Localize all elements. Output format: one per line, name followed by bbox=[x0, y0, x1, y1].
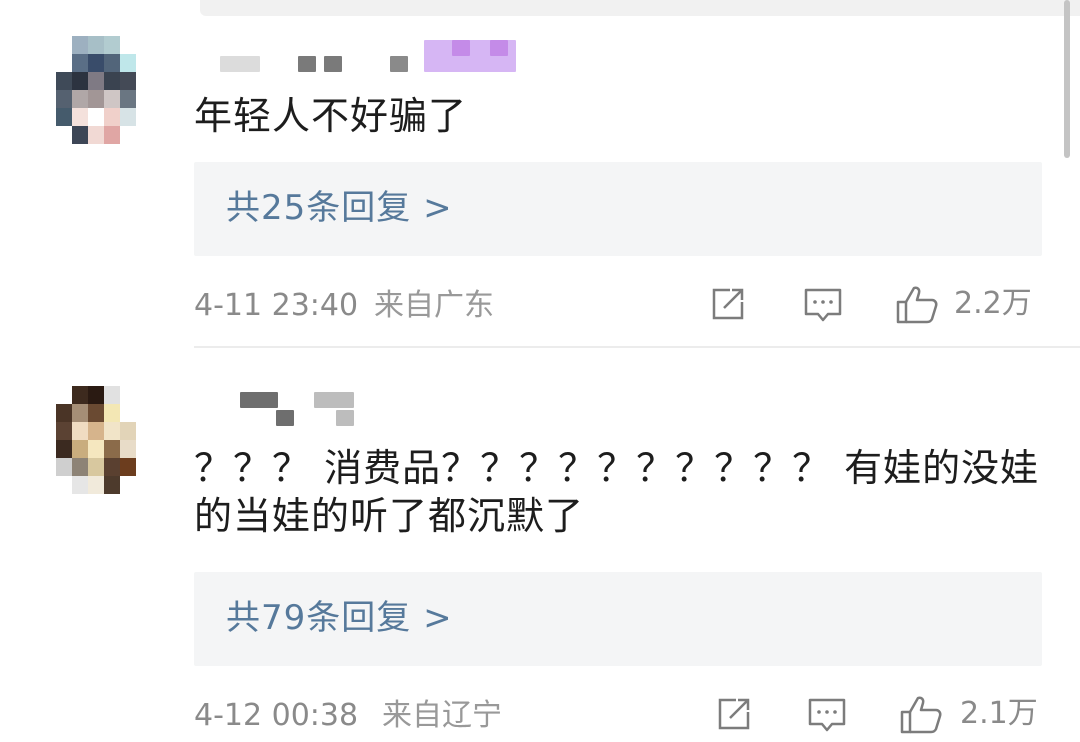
comment-meta-row: 4-12 00:38 来自辽宁 2.1万 bbox=[194, 692, 1044, 740]
like-count: 2.1万 bbox=[960, 696, 1038, 731]
comment-location: 来自广东 bbox=[374, 288, 494, 323]
comment-time: 4-12 00:38 bbox=[194, 698, 359, 733]
comment-button[interactable] bbox=[802, 284, 844, 324]
avatar[interactable] bbox=[56, 36, 152, 144]
username[interactable] bbox=[220, 392, 380, 426]
share-icon bbox=[718, 698, 750, 730]
comment-text: ？？？ 消费品？？？？？？？？？？ 有娃的没娃的当娃的听了都沉默了 bbox=[194, 446, 1040, 538]
comment-location: 来自辽宁 bbox=[382, 698, 502, 733]
comment-list-screen: 年轻人不好骗了 共25条回复 > 4-11 23:40 来自广东 2.2万 ？？… bbox=[0, 0, 1080, 742]
like-button[interactable] bbox=[894, 284, 940, 324]
username[interactable] bbox=[220, 40, 520, 80]
comment-icon bbox=[804, 288, 842, 322]
thumbs-up-icon bbox=[896, 286, 938, 324]
comment-button[interactable] bbox=[806, 694, 848, 734]
like-button[interactable] bbox=[898, 694, 944, 734]
thumbs-up-icon bbox=[900, 696, 942, 734]
comment-icon bbox=[808, 698, 846, 732]
replies-count-label: 共79条回复 > bbox=[226, 598, 453, 638]
comment-item: ？？？ 消费品？？？？？？？？？？ 有娃的没娃的当娃的听了都沉默了 共79条回复… bbox=[0, 350, 1080, 742]
view-replies-button[interactable]: 共79条回复 > bbox=[194, 572, 1042, 666]
replies-count-label: 共25条回复 > bbox=[226, 188, 453, 228]
comment-time: 4-11 23:40 bbox=[194, 288, 359, 323]
comment-text: 年轻人不好骗了 bbox=[194, 94, 468, 138]
divider bbox=[194, 346, 1080, 348]
share-button[interactable] bbox=[708, 284, 748, 324]
like-count: 2.2万 bbox=[954, 286, 1032, 321]
comment-meta-row: 4-11 23:40 来自广东 2.2万 bbox=[194, 282, 1044, 330]
avatar[interactable] bbox=[56, 386, 152, 494]
comment-item: 年轻人不好骗了 共25条回复 > 4-11 23:40 来自广东 2.2万 bbox=[0, 0, 1080, 348]
share-icon bbox=[712, 288, 744, 320]
view-replies-button[interactable]: 共25条回复 > bbox=[194, 162, 1042, 256]
share-button[interactable] bbox=[714, 694, 754, 734]
